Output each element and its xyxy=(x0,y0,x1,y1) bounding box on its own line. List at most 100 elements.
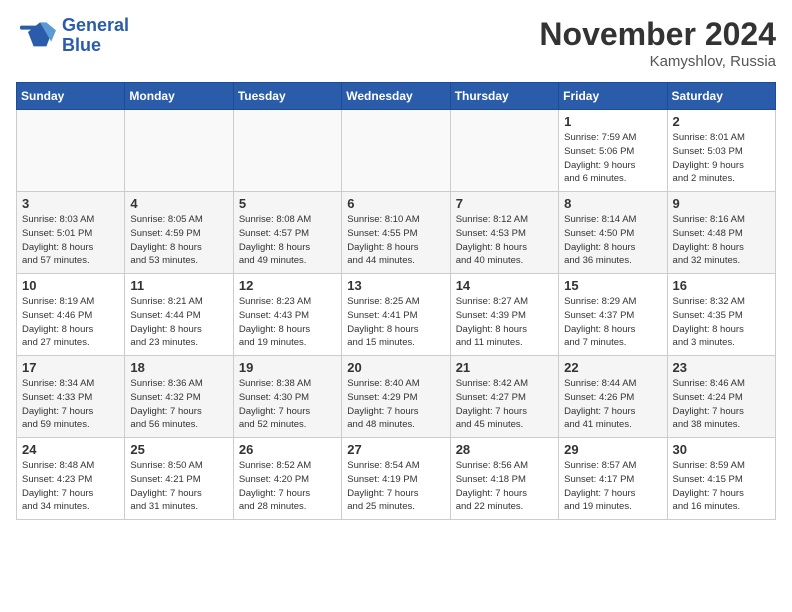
day-cell: 18 Sunrise: 8:36 AM Sunset: 4:32 PM Dayli… xyxy=(125,356,233,438)
day-cell: 15 Sunrise: 8:29 AM Sunset: 4:37 PM Dayli… xyxy=(559,274,667,356)
day-info: Sunrise: 8:54 AM Sunset: 4:19 PM Dayligh… xyxy=(347,459,444,514)
day-number: 9 xyxy=(673,196,770,211)
day-cell: 3 Sunrise: 8:03 AM Sunset: 5:01 PM Daylig… xyxy=(17,192,125,274)
day-number: 24 xyxy=(22,442,119,457)
day-info: Sunrise: 8:27 AM Sunset: 4:39 PM Dayligh… xyxy=(456,295,553,350)
day-number: 14 xyxy=(456,278,553,293)
day-number: 13 xyxy=(347,278,444,293)
day-info: Sunrise: 8:42 AM Sunset: 4:27 PM Dayligh… xyxy=(456,377,553,432)
day-cell: 28 Sunrise: 8:56 AM Sunset: 4:18 PM Dayli… xyxy=(450,438,558,520)
day-info: Sunrise: 8:05 AM Sunset: 4:59 PM Dayligh… xyxy=(130,213,227,268)
day-cell: 27Sunrise: 8:54 AM Sunset: 4:19 PM Dayli… xyxy=(342,438,450,520)
day-cell: 20 Sunrise: 8:40 AM Sunset: 4:29 PM Dayli… xyxy=(342,356,450,438)
day-info: Sunrise: 8:46 AM Sunset: 4:24 PM Dayligh… xyxy=(673,377,770,432)
col-monday: Monday xyxy=(125,83,233,110)
day-info: Sunrise: 8:21 AM Sunset: 4:44 PM Dayligh… xyxy=(130,295,227,350)
day-cell: 10 Sunrise: 8:19 AM Sunset: 4:46 PM Dayli… xyxy=(17,274,125,356)
col-thursday: Thursday xyxy=(450,83,558,110)
day-cell: 4 Sunrise: 8:05 AM Sunset: 4:59 PM Daylig… xyxy=(125,192,233,274)
day-number: 18 xyxy=(130,360,227,375)
day-cell: 9 Sunrise: 8:16 AM Sunset: 4:48 PM Daylig… xyxy=(667,192,775,274)
month-title: November 2024 xyxy=(539,16,776,53)
day-cell: 30 Sunrise: 8:59 AM Sunset: 4:15 PM Dayli… xyxy=(667,438,775,520)
day-info: Sunrise: 8:38 AM Sunset: 4:30 PM Dayligh… xyxy=(239,377,336,432)
day-info: Sunrise: 8:57 AM Sunset: 4:17 PM Dayligh… xyxy=(564,459,661,514)
day-cell: 21 Sunrise: 8:42 AM Sunset: 4:27 PM Dayli… xyxy=(450,356,558,438)
day-cell: 19 Sunrise: 8:38 AM Sunset: 4:30 PM Dayli… xyxy=(233,356,341,438)
day-info: Sunrise: 8:36 AM Sunset: 4:32 PM Dayligh… xyxy=(130,377,227,432)
day-cell xyxy=(125,110,233,192)
day-number: 7 xyxy=(456,196,553,211)
day-info: Sunrise: 8:56 AM Sunset: 4:18 PM Dayligh… xyxy=(456,459,553,514)
day-number: 16 xyxy=(673,278,770,293)
col-tuesday: Tuesday xyxy=(233,83,341,110)
logo-text: General Blue xyxy=(62,16,129,56)
day-number: 3 xyxy=(22,196,119,211)
day-number: 6 xyxy=(347,196,444,211)
day-number: 17 xyxy=(22,360,119,375)
day-info: Sunrise: 8:40 AM Sunset: 4:29 PM Dayligh… xyxy=(347,377,444,432)
day-number: 26 xyxy=(239,442,336,457)
day-info: Sunrise: 8:10 AM Sunset: 4:55 PM Dayligh… xyxy=(347,213,444,268)
day-cell: 14 Sunrise: 8:27 AM Sunset: 4:39 PM Dayli… xyxy=(450,274,558,356)
day-number: 22 xyxy=(564,360,661,375)
week-row-2: 10 Sunrise: 8:19 AM Sunset: 4:46 PM Dayli… xyxy=(17,274,776,356)
logo-icon xyxy=(16,16,56,56)
day-number: 12 xyxy=(239,278,336,293)
day-info: Sunrise: 8:44 AM Sunset: 4:26 PM Dayligh… xyxy=(564,377,661,432)
day-number: 19 xyxy=(239,360,336,375)
day-info: Sunrise: 8:59 AM Sunset: 4:15 PM Dayligh… xyxy=(673,459,770,514)
day-cell xyxy=(342,110,450,192)
day-info: Sunrise: 8:16 AM Sunset: 4:48 PM Dayligh… xyxy=(673,213,770,268)
day-info: Sunrise: 8:50 AM Sunset: 4:21 PM Dayligh… xyxy=(130,459,227,514)
day-number: 21 xyxy=(456,360,553,375)
week-row-4: 24 Sunrise: 8:48 AM Sunset: 4:23 PM Dayli… xyxy=(17,438,776,520)
day-number: 11 xyxy=(130,278,227,293)
day-cell: 11 Sunrise: 8:21 AM Sunset: 4:44 PM Dayli… xyxy=(125,274,233,356)
day-info: Sunrise: 8:29 AM Sunset: 4:37 PM Dayligh… xyxy=(564,295,661,350)
logo-line1: General xyxy=(62,16,129,36)
day-cell: 6 Sunrise: 8:10 AM Sunset: 4:55 PM Daylig… xyxy=(342,192,450,274)
day-info: Sunrise: 8:34 AM Sunset: 4:33 PM Dayligh… xyxy=(22,377,119,432)
day-number: 2 xyxy=(673,114,770,129)
day-number: 4 xyxy=(130,196,227,211)
day-cell: 5Sunrise: 8:08 AM Sunset: 4:57 PM Daylig… xyxy=(233,192,341,274)
day-info: Sunrise: 8:01 AM Sunset: 5:03 PM Dayligh… xyxy=(673,131,770,186)
day-info: Sunrise: 7:59 AM Sunset: 5:06 PM Dayligh… xyxy=(564,131,661,186)
day-info: Sunrise: 8:52 AM Sunset: 4:20 PM Dayligh… xyxy=(239,459,336,514)
week-row-3: 17 Sunrise: 8:34 AM Sunset: 4:33 PM Dayli… xyxy=(17,356,776,438)
day-cell: 22 Sunrise: 8:44 AM Sunset: 4:26 PM Dayli… xyxy=(559,356,667,438)
day-info: Sunrise: 8:03 AM Sunset: 5:01 PM Dayligh… xyxy=(22,213,119,268)
header: General Blue November 2024 Kamyshlov, Ru… xyxy=(16,16,776,70)
title-block: November 2024 Kamyshlov, Russia xyxy=(539,16,776,70)
day-number: 29 xyxy=(564,442,661,457)
calendar-table: Sunday Monday Tuesday Wednesday Thursday… xyxy=(16,82,776,520)
day-cell: 7 Sunrise: 8:12 AM Sunset: 4:53 PM Daylig… xyxy=(450,192,558,274)
day-cell xyxy=(450,110,558,192)
day-number: 5 xyxy=(239,196,336,211)
week-row-0: 1 Sunrise: 7:59 AM Sunset: 5:06 PM Daylig… xyxy=(17,110,776,192)
logo-line2: Blue xyxy=(62,36,129,56)
day-cell: 26 Sunrise: 8:52 AM Sunset: 4:20 PM Dayli… xyxy=(233,438,341,520)
day-cell: 29 Sunrise: 8:57 AM Sunset: 4:17 PM Dayli… xyxy=(559,438,667,520)
day-number: 20 xyxy=(347,360,444,375)
day-number: 15 xyxy=(564,278,661,293)
day-info: Sunrise: 8:12 AM Sunset: 4:53 PM Dayligh… xyxy=(456,213,553,268)
day-cell xyxy=(233,110,341,192)
day-info: Sunrise: 8:19 AM Sunset: 4:46 PM Dayligh… xyxy=(22,295,119,350)
day-cell: 1 Sunrise: 7:59 AM Sunset: 5:06 PM Daylig… xyxy=(559,110,667,192)
day-cell: 23Sunrise: 8:46 AM Sunset: 4:24 PM Dayli… xyxy=(667,356,775,438)
day-number: 1 xyxy=(564,114,661,129)
day-cell: 17 Sunrise: 8:34 AM Sunset: 4:33 PM Dayli… xyxy=(17,356,125,438)
day-info: Sunrise: 8:14 AM Sunset: 4:50 PM Dayligh… xyxy=(564,213,661,268)
day-number: 25 xyxy=(130,442,227,457)
page: General Blue November 2024 Kamyshlov, Ru… xyxy=(0,0,792,536)
day-info: Sunrise: 8:23 AM Sunset: 4:43 PM Dayligh… xyxy=(239,295,336,350)
day-number: 30 xyxy=(673,442,770,457)
day-info: Sunrise: 8:48 AM Sunset: 4:23 PM Dayligh… xyxy=(22,459,119,514)
day-number: 10 xyxy=(22,278,119,293)
day-cell: 8Sunrise: 8:14 AM Sunset: 4:50 PM Daylig… xyxy=(559,192,667,274)
day-cell: 2 Sunrise: 8:01 AM Sunset: 5:03 PM Daylig… xyxy=(667,110,775,192)
day-cell: 13Sunrise: 8:25 AM Sunset: 4:41 PM Dayli… xyxy=(342,274,450,356)
day-number: 28 xyxy=(456,442,553,457)
